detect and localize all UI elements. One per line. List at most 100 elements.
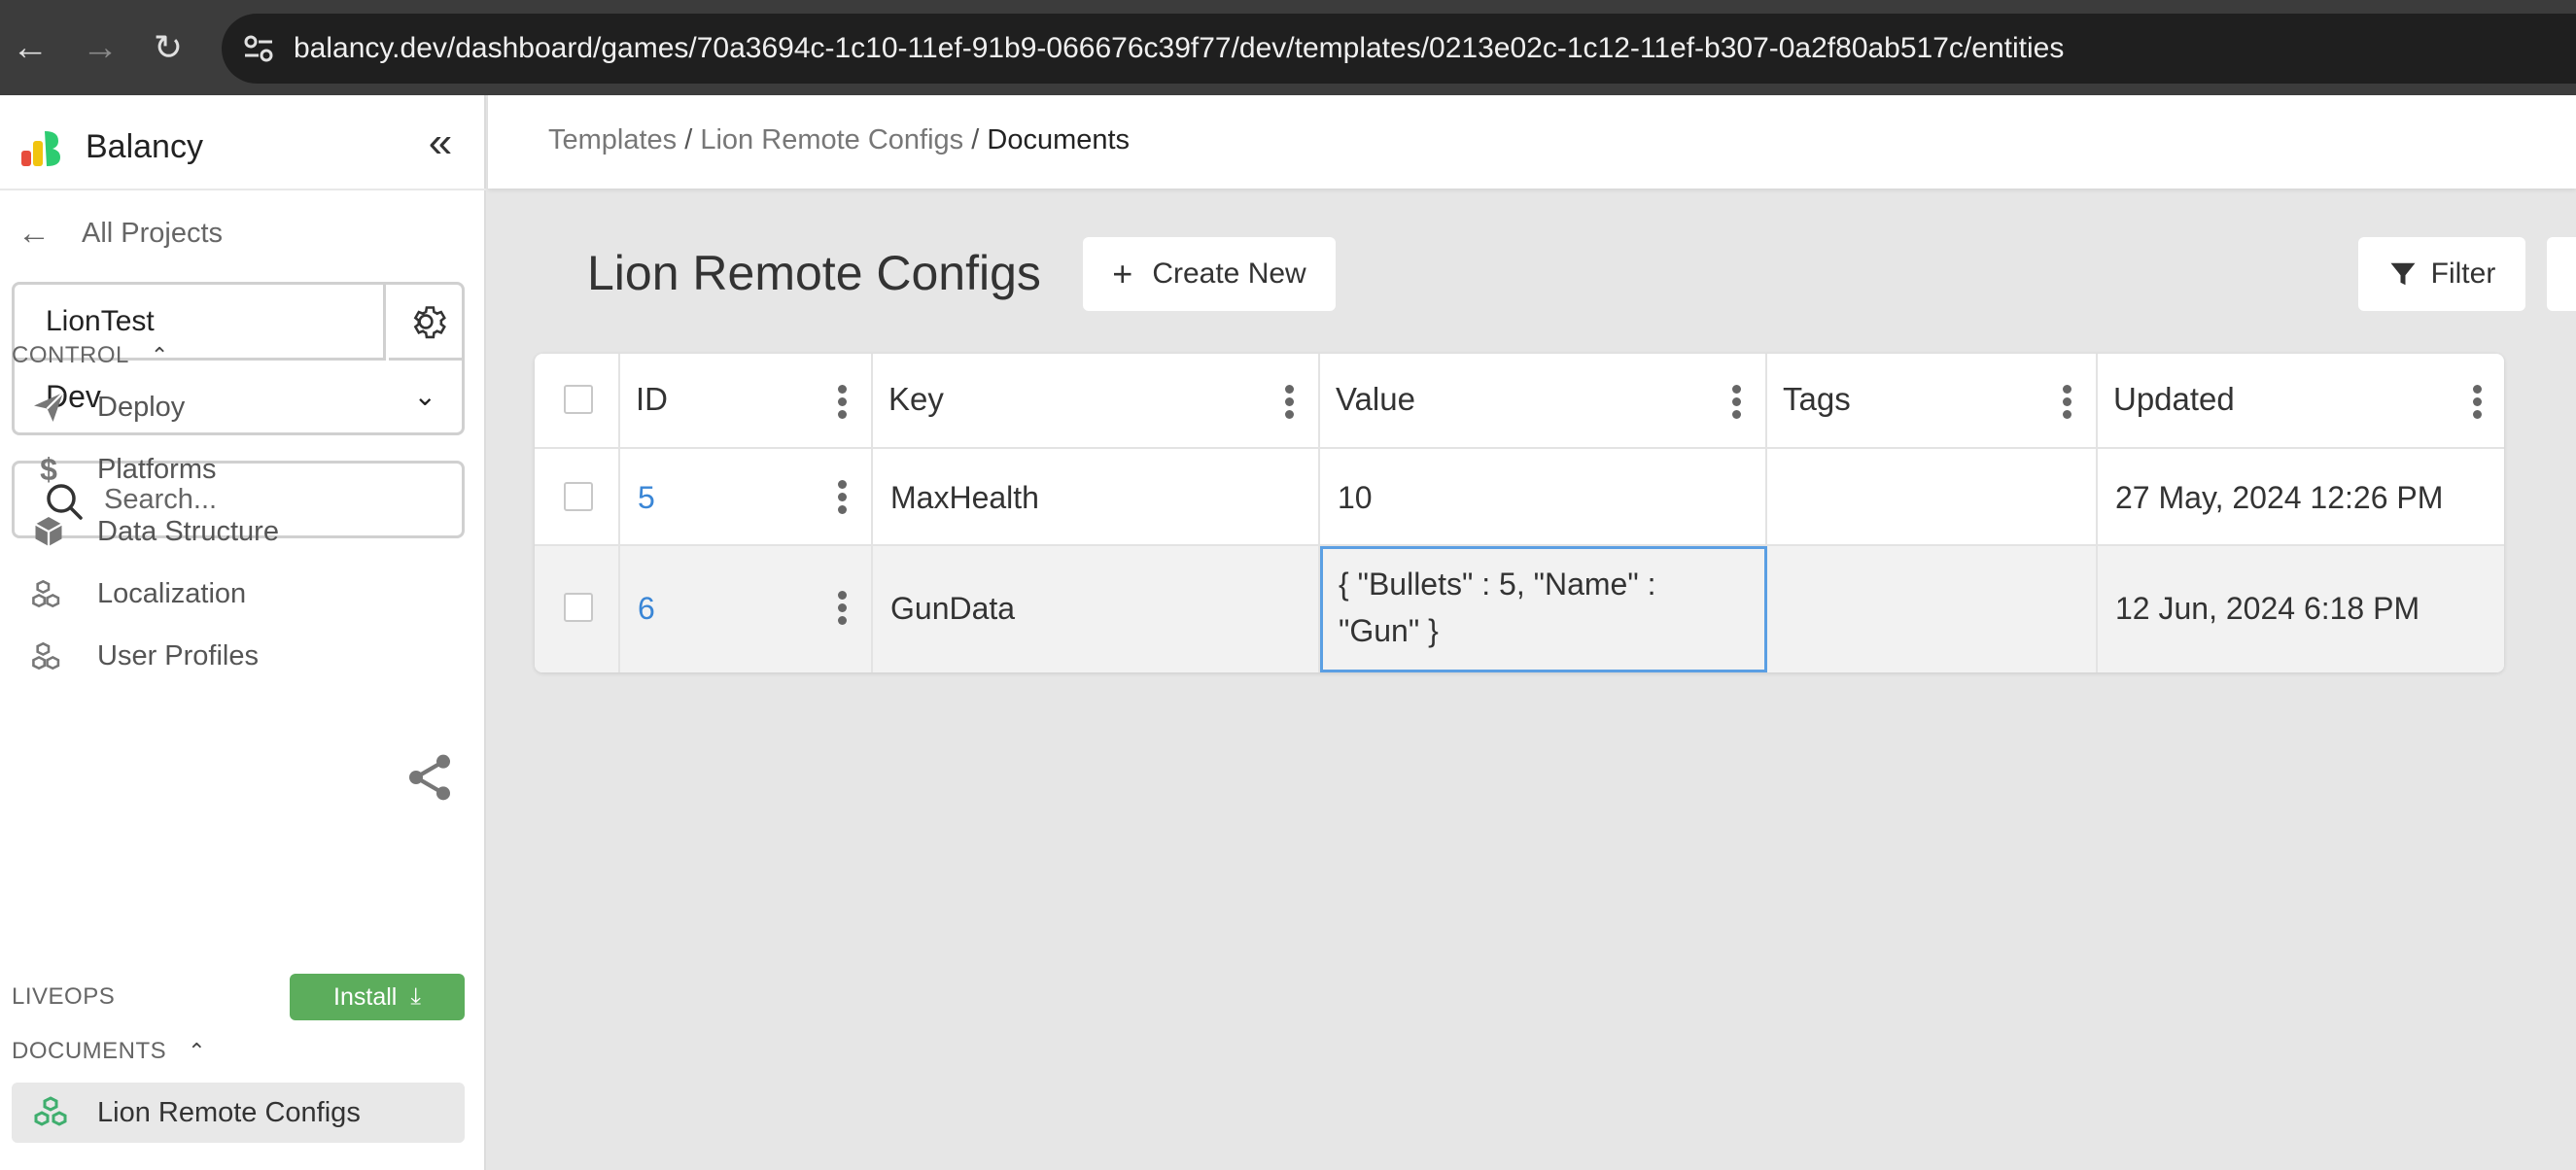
sidebar-item-label: User Profiles — [97, 639, 259, 671]
cell-text: "Gun" } — [1339, 613, 1439, 648]
liveops-section-label: LIVEOPS — [12, 983, 116, 1010]
documents-section-header[interactable]: DOCUMENTS ⌃ — [12, 1038, 206, 1065]
paper-plane-icon — [29, 388, 68, 427]
row-select-cell — [535, 546, 620, 672]
cell-text: 27 May, 2024 12:26 PM — [2115, 480, 2444, 515]
create-new-button[interactable]: + Create New — [1083, 237, 1336, 311]
filter-button[interactable]: Filter — [2358, 237, 2525, 311]
breadcrumb: Templates / Lion Remote Configs / Docume… — [548, 124, 1130, 156]
column-header-label: Value — [1336, 381, 1415, 417]
row-checkbox[interactable] — [564, 482, 593, 511]
forward-arrow-icon[interactable]: → — [78, 25, 122, 70]
sidebar: Balancy « ← All Projects LionTest Dev ⌄ … — [0, 95, 486, 1170]
kebab-menu-icon[interactable] — [2063, 385, 2072, 420]
column-header-id[interactable]: ID — [620, 354, 873, 449]
sidebar-item-user-profiles[interactable]: User Profiles — [29, 632, 259, 680]
download-icon: ⤓ — [410, 983, 421, 1010]
cell-text: 10 — [1338, 480, 1373, 515]
filter-icon — [2390, 262, 2416, 286]
cubes-icon — [29, 637, 68, 675]
back-arrow-icon[interactable]: ← — [8, 25, 52, 70]
sidebar-item-label: Data Structure — [97, 515, 279, 547]
browser-toolbar: ← → ↻ balancy.dev/dashboard/games/70a369… — [0, 0, 2576, 95]
cell-text: GunData — [890, 591, 1016, 626]
row-select-cell — [535, 449, 620, 546]
documents-table: ID Key Value Tags Updated 5 MaxHealth 10… — [535, 354, 2504, 672]
table-cell-updated[interactable]: 12 Jun, 2024 6:18 PM — [2098, 546, 2504, 672]
sidebar-item-data-structure[interactable]: Data Structure — [29, 507, 279, 556]
kebab-menu-icon[interactable] — [2473, 385, 2483, 420]
sidebar-item-label: Localization — [97, 577, 247, 609]
page-header: Templates / Lion Remote Configs / Docume… — [488, 95, 2576, 189]
header-select-cell — [535, 354, 620, 449]
project-settings-button[interactable] — [389, 285, 462, 361]
sidebar-item-platforms[interactable]: $ Platforms — [29, 445, 216, 494]
sidebar-item-lion-remote-configs[interactable]: Lion Remote Configs — [12, 1083, 465, 1143]
breadcrumb-documents: Documents — [987, 124, 1131, 155]
control-section-header[interactable]: CONTROL ⌃ — [12, 342, 169, 369]
cubes-icon — [34, 1096, 67, 1126]
cell-text: { "Bullets" : 5, "Name" : — [1339, 567, 1656, 602]
collapse-sidebar-icon[interactable]: « — [416, 120, 465, 169]
table-cell-tags[interactable] — [1767, 546, 2098, 672]
table-cell-value[interactable]: 10 — [1320, 449, 1767, 546]
table-cell-key[interactable]: GunData — [873, 546, 1320, 672]
liveops-section-header: LIVEOPS — [12, 983, 115, 1011]
column-header-label: Key — [888, 381, 944, 417]
control-section-label: CONTROL — [12, 342, 129, 368]
plus-icon: + — [1112, 254, 1133, 293]
row-checkbox[interactable] — [564, 593, 593, 622]
install-button[interactable]: Install ⤓ — [290, 974, 465, 1020]
all-projects-link[interactable]: ← All Projects — [17, 214, 223, 253]
create-new-label: Create New — [1152, 258, 1306, 290]
table-cell-id[interactable]: 5 — [620, 449, 873, 546]
sidebar-item-label: Platforms — [97, 453, 217, 485]
cubes-icon — [29, 574, 68, 613]
column-header-key[interactable]: Key — [873, 354, 1320, 449]
table-cell-updated[interactable]: 27 May, 2024 12:26 PM — [2098, 449, 2504, 546]
install-label: Install — [333, 982, 398, 1011]
select-all-checkbox[interactable] — [564, 385, 593, 414]
site-settings-icon[interactable] — [241, 31, 276, 66]
column-header-label: Updated — [2113, 381, 2235, 417]
chevron-up-icon: ⌃ — [188, 1039, 207, 1063]
balancy-logo-icon — [21, 131, 60, 166]
column-header-label: Tags — [1783, 381, 1851, 417]
cube-icon — [29, 512, 68, 551]
filter-label: Filter — [2430, 258, 2496, 290]
url-text[interactable]: balancy.dev/dashboard/games/70a3694c-1c1… — [294, 29, 2064, 68]
cell-text: 12 Jun, 2024 6:18 PM — [2115, 591, 2420, 626]
breadcrumb-lion-remote-configs[interactable]: Lion Remote Configs — [700, 124, 963, 155]
breadcrumb-separator: / — [684, 124, 693, 155]
table-cell-value-selected[interactable]: { "Bullets" : 5, "Name" : "Gun" } — [1320, 546, 1767, 672]
table-cell-key[interactable]: MaxHealth — [873, 449, 1320, 546]
address-bar[interactable]: balancy.dev/dashboard/games/70a3694c-1c1… — [222, 14, 2576, 84]
column-header-value[interactable]: Value — [1320, 354, 1767, 449]
toolbar-button[interactable] — [2547, 237, 2576, 311]
kebab-menu-icon[interactable] — [838, 480, 848, 515]
reload-icon[interactable]: ↻ — [146, 25, 191, 70]
sidebar-item-localization[interactable]: Localization — [29, 569, 246, 618]
cell-text: MaxHealth — [890, 480, 1039, 515]
column-header-updated[interactable]: Updated — [2098, 354, 2504, 449]
kebab-menu-icon[interactable] — [838, 385, 848, 420]
document-id-link[interactable]: 6 — [638, 591, 655, 627]
document-id-link[interactable]: 5 — [638, 480, 655, 516]
table-cell-id[interactable]: 6 — [620, 546, 873, 672]
all-projects-label: All Projects — [82, 217, 224, 249]
sidebar-item-label: Lion Remote Configs — [97, 1096, 361, 1128]
kebab-menu-icon[interactable] — [1732, 385, 1742, 420]
sidebar-item-deploy[interactable]: Deploy — [29, 383, 185, 431]
gear-icon — [413, 305, 446, 338]
breadcrumb-templates[interactable]: Templates — [548, 124, 677, 155]
brand: Balancy — [19, 122, 203, 171]
page-title: Lion Remote Configs — [587, 246, 1041, 300]
dollar-icon: $ — [40, 451, 57, 487]
share-icon[interactable] — [402, 750, 457, 805]
table-cell-tags[interactable] — [1767, 449, 2098, 546]
kebab-menu-icon[interactable] — [1285, 385, 1295, 420]
kebab-menu-icon[interactable] — [838, 591, 848, 626]
divider — [0, 189, 486, 190]
column-header-tags[interactable]: Tags — [1767, 354, 2098, 449]
brand-name: Balancy — [86, 127, 203, 165]
